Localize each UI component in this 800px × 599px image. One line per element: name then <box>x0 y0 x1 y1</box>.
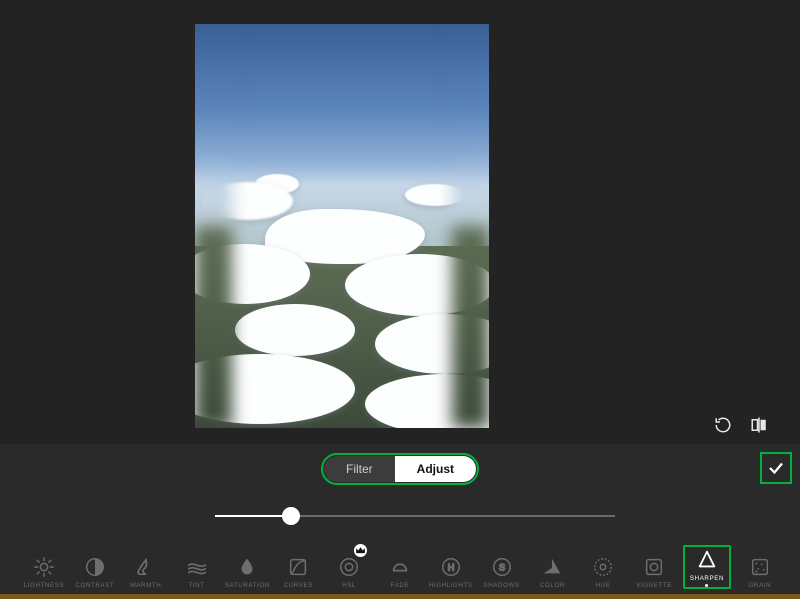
contrast-icon <box>84 556 106 578</box>
tool-label: HIGHLIGHTS <box>429 582 473 589</box>
saturation-icon <box>236 556 258 578</box>
tint-icon <box>186 556 208 578</box>
tool-tint[interactable]: TINT <box>175 556 219 589</box>
tool-sharpen[interactable]: SHARPEN <box>683 545 731 589</box>
tool-label: TINT <box>188 582 204 589</box>
tool-label: SATURATION <box>225 582 270 589</box>
warmth-icon <box>135 556 157 578</box>
tool-curves[interactable]: CURVES <box>276 556 320 589</box>
shadows-icon: S <box>491 556 513 578</box>
tool-strip: LIGHTNESS CONTRAST WARMTH TINT SATURATION CUR… <box>0 539 800 593</box>
curves-icon <box>287 556 309 578</box>
tool-label: VIGNETTE <box>636 582 672 589</box>
controls-panel: Filter Adjust LIGHTNESS CONTRAST WARMTH TIN… <box>0 444 800 599</box>
tool-hue[interactable]: HUE <box>581 556 625 589</box>
tool-fade[interactable]: FADE <box>378 556 422 589</box>
mode-toggle: Filter Adjust <box>324 456 476 482</box>
tool-hsl[interactable]: HSL <box>327 556 371 589</box>
hue-icon <box>592 556 614 578</box>
flip-horizontal-icon[interactable] <box>750 416 768 439</box>
grain-icon <box>749 556 771 578</box>
tool-contrast[interactable]: CONTRAST <box>73 556 117 589</box>
sharpen-icon <box>696 549 718 571</box>
tool-label: SHARPEN <box>690 575 724 582</box>
active-dot <box>705 584 708 587</box>
tool-label: FADE <box>391 582 410 589</box>
tool-lightness[interactable]: LIGHTNESS <box>22 556 66 589</box>
tool-label: WARMTH <box>130 582 161 589</box>
vignette-icon <box>643 556 665 578</box>
adjust-slider[interactable] <box>215 504 615 528</box>
tool-highlights[interactable]: H HIGHLIGHTS <box>429 556 473 589</box>
svg-text:S: S <box>499 563 505 573</box>
image-preview[interactable] <box>195 24 489 428</box>
tool-label: COLOR <box>540 582 565 589</box>
bottom-highlight <box>0 594 800 599</box>
svg-text:H: H <box>447 563 454 573</box>
reset-icon[interactable] <box>714 416 732 439</box>
slider-thumb[interactable] <box>282 507 300 525</box>
tool-label: HSL <box>342 582 356 589</box>
tool-warmth[interactable]: WARMTH <box>124 556 168 589</box>
tool-label: GRAIN <box>749 582 772 589</box>
tool-label: CURVES <box>284 582 313 589</box>
tool-label: HUE <box>596 582 611 589</box>
tool-shadows[interactable]: S SHADOWS <box>480 556 524 589</box>
fade-icon <box>389 556 411 578</box>
mode-adjust[interactable]: Adjust <box>395 456 476 482</box>
color-icon <box>541 556 563 578</box>
editor-canvas-area <box>0 0 800 444</box>
lightness-icon <box>33 556 55 578</box>
slider-fill <box>215 515 291 517</box>
tool-color[interactable]: COLOR <box>530 556 574 589</box>
tool-label: CONTRAST <box>75 582 114 589</box>
tool-label: LIGHTNESS <box>24 582 64 589</box>
confirm-button[interactable] <box>760 452 792 484</box>
premium-badge-icon <box>354 544 367 557</box>
highlights-icon: H <box>440 556 462 578</box>
tool-label: SHADOWS <box>484 582 520 589</box>
mode-filter[interactable]: Filter <box>324 456 395 482</box>
tool-grain[interactable]: GRAIN <box>738 556 782 589</box>
tool-saturation[interactable]: SATURATION <box>225 556 269 589</box>
tool-vignette[interactable]: VIGNETTE <box>632 556 676 589</box>
